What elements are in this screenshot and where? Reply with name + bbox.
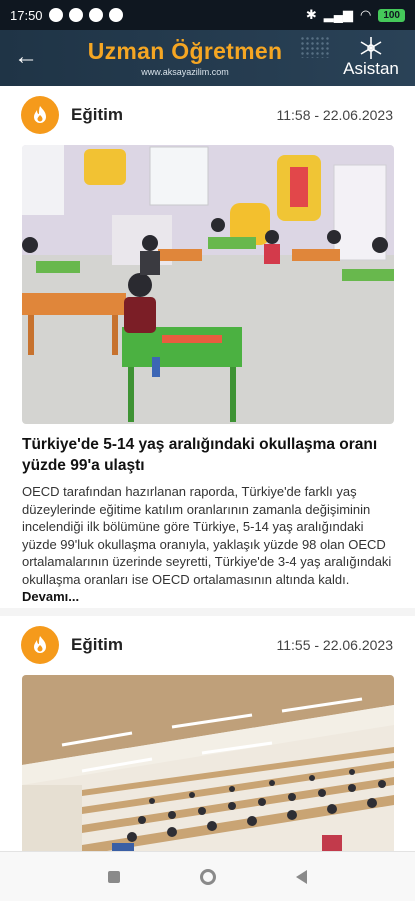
news-excerpt: OECD tarafından hazırlanan raporda, Türk… [22, 483, 394, 606]
news-image[interactable] [22, 145, 394, 424]
classroom-photo [22, 145, 394, 424]
post-datetime: 11:58 - 22.06.2023 [276, 107, 393, 123]
category-icon [21, 96, 59, 134]
status-bar: 17:50 ✱ ▂▄▆ ◠ 100 [0, 0, 415, 30]
news-image[interactable] [22, 675, 394, 851]
read-more-link[interactable]: Devamı... [22, 589, 79, 604]
exam-hall-photo [22, 675, 394, 851]
category-label: Eğitim [71, 105, 123, 124]
notification-icon [68, 8, 83, 22]
flame-icon [34, 106, 46, 123]
post-datetime: 11:55 - 22.06.2023 [276, 637, 393, 653]
mail-icon [88, 8, 103, 22]
battery-indicator: 100 [378, 8, 405, 22]
news-excerpt-text: OECD tarafından hazırlanan raporda, Türk… [22, 484, 392, 587]
notification-icon-2 [108, 8, 123, 22]
news-card[interactable]: Eğitim 11:55 - 22.06.2023 [0, 616, 415, 851]
category-icon [21, 626, 59, 664]
home-button[interactable] [200, 868, 216, 885]
news-feed[interactable]: Eğitim 11:58 - 22.06.2023 Türkiye'de 5-1… [0, 86, 415, 851]
category-label: Eğitim [71, 635, 123, 654]
wifi-icon: ◠ [359, 7, 372, 22]
flame-icon [34, 636, 46, 653]
app-website: www.aksayazilim.com [141, 67, 229, 77]
assistant-label: Asistan [343, 59, 399, 78]
recent-apps-button[interactable] [108, 870, 120, 883]
news-card-header: Eğitim 11:55 - 22.06.2023 [0, 616, 415, 672]
signal-icon: ▂▄▆ [323, 7, 353, 22]
bluetooth-icon: ✱ [305, 7, 317, 22]
status-time: 17:50 [10, 7, 43, 23]
news-card-header: Eğitim 11:58 - 22.06.2023 [0, 86, 415, 142]
decorative-dots [300, 36, 330, 58]
news-title[interactable]: Türkiye'de 5-14 yaş aralığındaki okullaş… [22, 434, 394, 476]
app-title: Uzman Öğretmen [87, 38, 283, 64]
app-bar: ← Uzman Öğretmen www.aksayazilim.com Asi… [0, 30, 415, 86]
assistant-button[interactable]: Asistan [335, 36, 407, 79]
snowflake-icon [360, 37, 382, 59]
system-nav-bar [0, 851, 415, 901]
app-logo: Uzman Öğretmen www.aksayazilim.com [75, 38, 295, 77]
arrow-left-icon: ← [14, 43, 38, 70]
alarm-icon [48, 8, 63, 22]
back-button[interactable]: ← [14, 44, 40, 70]
news-card[interactable]: Eğitim 11:58 - 22.06.2023 Türkiye'de 5-1… [0, 86, 415, 608]
system-back-button[interactable] [296, 869, 307, 884]
